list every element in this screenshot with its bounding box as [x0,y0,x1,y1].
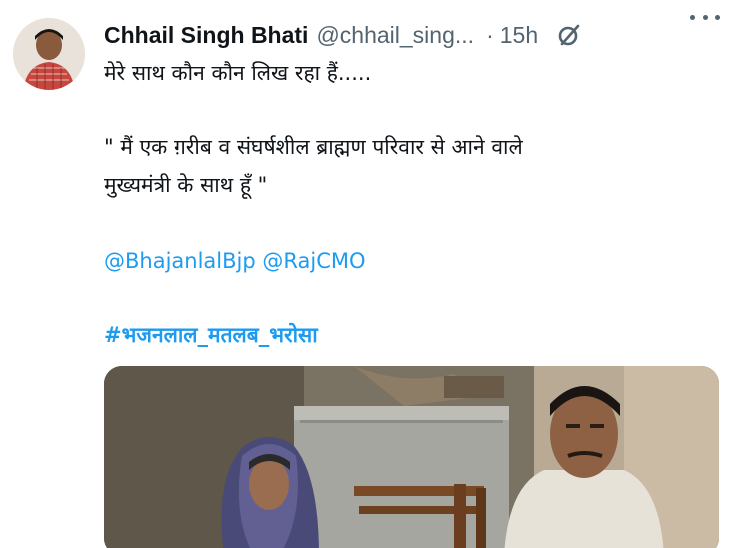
mention-link[interactable]: @RajCMO [262,249,365,273]
grok-icon[interactable] [556,22,582,48]
more-dot [690,14,695,20]
more-dot [702,14,708,20]
hashtag-line: #भजनलाल_मतलब_भरोसा [104,320,719,350]
photo-image [104,366,719,548]
avatar-photo [13,18,85,90]
mentions-line: @BhajanlalBjp @RajCMO [104,246,719,276]
more-dot [715,14,720,20]
separator-dot: · [486,21,494,48]
more-icon[interactable] [690,10,720,24]
tweet-text-line: मेरे साथ कौन कौन लिख रहा हैं..... [104,61,372,85]
avatar[interactable] [13,18,85,90]
hashtag-link[interactable]: #भजनलाल_मतलब_भरोसा [104,323,318,347]
mention-link[interactable]: @BhajanlalBjp [104,249,256,273]
quote-line: " मैं एक ग़रीब व संघर्षशील ब्राह्मण परिव… [104,135,523,159]
author-name[interactable]: Chhail Singh Bhati [104,22,308,49]
tweet-header: Chhail Singh Bhati @chhail_sing... · 15h [104,18,722,52]
author-handle[interactable]: @chhail_sing... [316,22,474,49]
quote-line: मुख्यमंत्री के साथ हूँ " [104,173,268,197]
timestamp[interactable]: 15h [500,22,538,49]
tweet-photo[interactable] [104,366,719,548]
